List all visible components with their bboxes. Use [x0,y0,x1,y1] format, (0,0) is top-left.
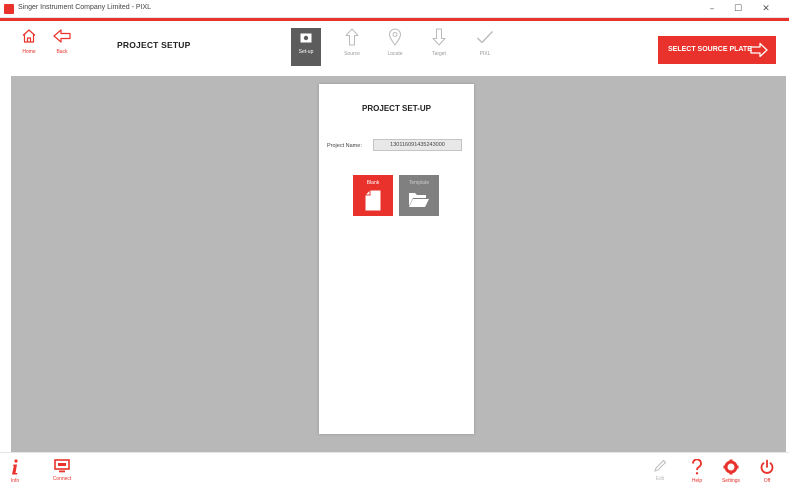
home-label: Home [22,49,36,55]
connect-label: Connect [52,476,72,482]
blank-document-icon [365,190,381,211]
window-titlebar: Singer Instrument Company Limited - PIXL… [0,0,789,18]
top-toolbar: Home Back PROJECT SETUP Set-up Source Lo… [0,18,789,88]
arrow-down-icon [432,28,446,46]
window-title: Singer Instrument Company Limited - PIXL [18,4,152,11]
close-button[interactable]: ✕ [754,2,778,16]
app-logo-icon [4,4,14,14]
step-target[interactable]: Target [424,28,454,76]
checkmark-icon [477,31,494,44]
gear-icon [723,459,739,475]
step-source-label: Source [344,51,360,57]
edit-button[interactable]: Edit [645,459,675,487]
power-off-button[interactable]: Off [752,459,782,487]
arrow-right-icon [750,42,768,58]
template-label: Template [408,180,430,186]
back-label: Back [56,49,68,55]
off-label: Off [763,478,771,484]
settings-label: Settings [721,478,741,484]
project-setup-card: PROJECT SET-UP Project Name: Blank Templ… [319,84,474,434]
minimize-button[interactable]: – [700,2,724,16]
info-label: Info [10,478,20,484]
arrow-left-icon [53,29,71,43]
info-button[interactable]: Info [0,459,30,487]
help-button[interactable]: Help [682,459,712,487]
template-project-button[interactable]: Template [399,175,439,216]
step-setup[interactable]: Set-up [291,28,321,66]
home-button[interactable]: Home [12,28,46,68]
camera-icon [300,33,312,43]
card-title: PROJECT SET-UP [362,104,431,113]
arrow-up-icon [345,28,359,46]
connect-button[interactable]: Connect [47,459,77,487]
bottom-toolbar: Info Connect Edit Help Settings Off [0,452,789,488]
blank-label: Blank [366,180,380,186]
project-name-input[interactable] [373,139,462,151]
project-name-label: Project Name: [327,143,362,149]
step-target-label: Target [432,51,446,57]
blank-project-button[interactable]: Blank [353,175,393,216]
step-pixl-label: PIXL [479,51,491,57]
step-pixl[interactable]: PIXL [470,28,500,76]
folder-open-icon [409,193,429,207]
step-setup-label: Set-up [298,49,314,55]
step-locate[interactable]: Locate [380,28,410,76]
page-title: PROJECT SETUP [117,40,191,50]
question-mark-icon [692,459,702,475]
settings-button[interactable]: Settings [716,459,746,487]
step-locate-label: Locate [387,51,403,57]
maximize-button[interactable]: ☐ [726,2,750,16]
help-label: Help [691,478,703,484]
monitor-icon [54,459,70,473]
location-pin-icon [388,28,402,46]
select-source-plate-label: SELECT SOURCE PLATE [668,46,752,53]
accent-stripe [0,18,789,21]
pencil-icon [654,459,667,472]
select-source-plate-button[interactable]: SELECT SOURCE PLATE [658,36,776,64]
step-source[interactable]: Source [337,28,367,76]
power-icon [760,459,774,474]
home-icon [22,29,36,43]
back-button[interactable]: Back [45,28,79,68]
info-icon [12,459,18,475]
edit-label: Edit [655,476,665,482]
